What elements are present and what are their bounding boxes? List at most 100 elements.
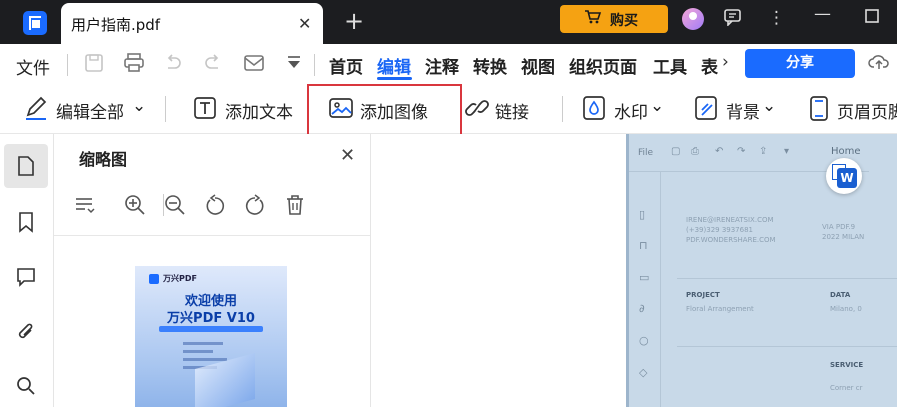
- watermark-icon: [582, 95, 606, 121]
- page-layers-icon: ◇: [639, 366, 648, 379]
- thumbnail-panel: 缩略图 ✕ 万兴PDF 欢迎使用 万兴PDF V10: [54, 134, 371, 407]
- title-bar: 用户指南.pdf ✕ + 购买 ⋮ —: [0, 0, 897, 44]
- address-line-2: 2022 MILAN: [822, 233, 865, 241]
- feedback-icon[interactable]: [723, 8, 743, 31]
- thumbnail-subheading: 万兴PDF V10: [167, 311, 255, 326]
- avatar[interactable]: [682, 8, 704, 30]
- thumbnail-text-line: [183, 358, 227, 361]
- rotate-right-icon[interactable]: [244, 194, 266, 221]
- contact-email: IRENE@IRENEATSIX.COM: [686, 216, 774, 224]
- cloud-upload-icon[interactable]: [868, 52, 890, 77]
- header-footer-label: 页眉页脚: [837, 103, 897, 123]
- tab-title: 用户指南.pdf: [71, 16, 161, 34]
- page-home-text: Home: [831, 146, 861, 157]
- page-save-icon: ▢: [671, 146, 681, 157]
- add-text-label: 添加文本: [225, 103, 293, 123]
- page-attach-icon: ∂: [639, 302, 645, 315]
- convert-to-word-badge[interactable]: W: [826, 158, 862, 194]
- word-icon: W: [837, 168, 857, 188]
- contact-web: PDF.WONDERSHARE.COM: [686, 236, 776, 244]
- link-label: 链接: [495, 103, 529, 123]
- data-label: DATA: [830, 291, 851, 299]
- attachment-icon[interactable]: [11, 317, 41, 347]
- page-share-icon: ⇪: [759, 146, 768, 157]
- delete-page-icon[interactable]: [284, 194, 306, 221]
- page-thumbnail[interactable]: 万兴PDF 欢迎使用 万兴PDF V10: [135, 266, 287, 407]
- zoom-in-icon[interactable]: [124, 194, 146, 221]
- left-sidebar-rail: [0, 134, 54, 407]
- link-button[interactable]: 链接: [465, 86, 535, 134]
- nav-view[interactable]: 视图: [521, 53, 555, 78]
- redo-icon[interactable]: [203, 53, 223, 78]
- undo-icon[interactable]: [163, 53, 183, 78]
- service-label: SERVICE: [830, 361, 864, 369]
- save-icon[interactable]: [84, 53, 104, 78]
- nav-tools[interactable]: 工具: [653, 53, 687, 78]
- divider: [67, 54, 68, 76]
- nav-forms[interactable]: 表: [701, 53, 718, 78]
- panel-close-icon[interactable]: ✕: [340, 145, 355, 166]
- page-dropdown-icon: ▾: [784, 146, 790, 157]
- nav-convert[interactable]: 转换: [473, 53, 507, 78]
- edit-all-button[interactable]: 编辑全部 ⌄: [24, 86, 146, 134]
- nav-home[interactable]: 首页: [329, 53, 363, 78]
- header-footer-button[interactable]: 页眉页脚: [807, 86, 897, 134]
- menu-file[interactable]: 文件: [16, 54, 50, 79]
- buy-label: 购买: [610, 13, 638, 29]
- edit-all-chevron-icon: ⌄: [132, 96, 147, 116]
- watermark-button[interactable]: 水印 ⌄: [582, 86, 664, 134]
- page-redo-icon: ↷: [737, 146, 746, 157]
- watermark-chevron-icon: ⌄: [650, 96, 665, 116]
- nav-more-chevron-icon[interactable]: ›: [722, 52, 729, 72]
- minimize-icon[interactable]: —: [814, 4, 831, 24]
- address-line-1: VIA PDF.9: [822, 223, 856, 231]
- nav-organize-pages[interactable]: 组织页面: [569, 53, 637, 78]
- rotate-left-icon[interactable]: [204, 194, 226, 221]
- document-tab[interactable]: 用户指南.pdf ✕: [61, 3, 323, 44]
- divider: [562, 96, 563, 122]
- share-button[interactable]: 分享: [745, 49, 855, 78]
- thumbnail-illustration: [195, 352, 255, 407]
- service-value: Corner cr: [830, 384, 863, 392]
- more-options-icon[interactable]: ⋮: [768, 8, 785, 28]
- contact-phone: (+39)329 3937681: [686, 226, 753, 234]
- new-tab-icon[interactable]: +: [344, 7, 364, 35]
- thumbnail-panel-icon[interactable]: [4, 144, 48, 188]
- watermark-label: 水印: [614, 103, 648, 123]
- divider: [677, 346, 897, 347]
- background-label: 背景: [726, 103, 760, 123]
- page-screenshot-sidebar: ▯ ⊓ ▭ ∂ ○ ◇: [629, 172, 661, 407]
- edit-pen-icon: [24, 95, 48, 121]
- search-icon[interactable]: [11, 371, 41, 401]
- add-text-button[interactable]: 添加文本: [193, 86, 303, 134]
- edit-all-label: 编辑全部: [56, 103, 124, 123]
- bookmark-icon[interactable]: [11, 207, 41, 237]
- thumbnail-text-line: [183, 350, 213, 353]
- mail-icon[interactable]: [243, 53, 265, 78]
- page-doc-icon: ▯: [639, 208, 646, 221]
- divider: [677, 278, 897, 279]
- page-bookmark-icon: ⊓: [639, 239, 648, 252]
- background-icon: [694, 95, 718, 121]
- page-undo-icon: ↶: [715, 146, 724, 157]
- thumbnail-banner: [159, 326, 263, 332]
- background-button[interactable]: 背景 ⌄: [694, 86, 780, 134]
- page-comment-icon: ▭: [639, 271, 650, 284]
- panel-title: 缩略图: [79, 150, 128, 169]
- buy-button[interactable]: 购买: [560, 5, 668, 33]
- zoom-out-icon[interactable]: [164, 194, 186, 221]
- tab-close-icon[interactable]: ✕: [298, 14, 311, 33]
- app-logo-icon: [23, 11, 47, 35]
- quick-access-dropdown-icon[interactable]: [285, 53, 303, 78]
- nav-edit[interactable]: 编辑: [377, 53, 411, 78]
- page-options-icon[interactable]: [74, 194, 96, 221]
- page-print-icon: ⎙: [691, 146, 699, 157]
- project-value: Floral Arrangement: [686, 305, 754, 313]
- header-footer-icon: [807, 95, 831, 121]
- comment-icon[interactable]: [11, 262, 41, 292]
- nav-annotate[interactable]: 注释: [425, 53, 459, 78]
- maximize-icon[interactable]: [864, 8, 880, 29]
- active-tab-underline: [377, 77, 412, 80]
- print-icon[interactable]: [123, 53, 145, 78]
- text-box-icon: [193, 95, 217, 121]
